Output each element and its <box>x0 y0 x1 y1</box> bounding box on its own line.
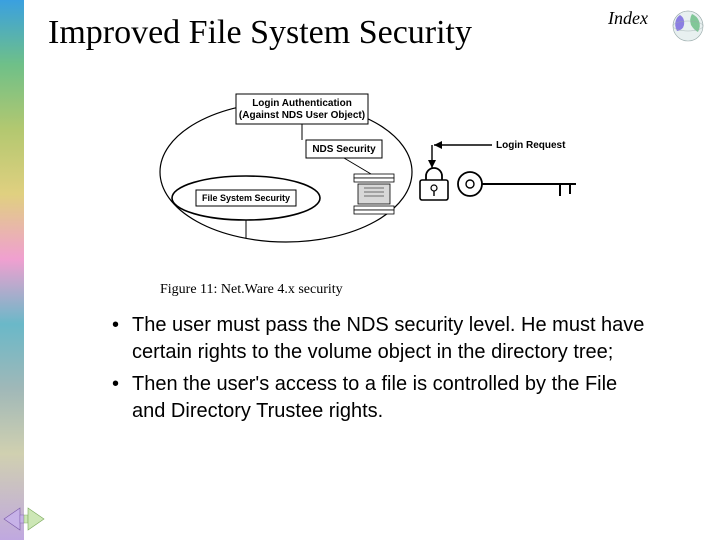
page-title: Improved File System Security <box>48 14 472 52</box>
index-link[interactable]: Index <box>608 8 648 29</box>
security-diagram: Login Authentication (Against NDS User O… <box>156 90 596 260</box>
diagram-label: (Against NDS User Object) <box>239 110 365 121</box>
diagram-label: Login Authentication <box>252 98 352 109</box>
nav-arrows-icon[interactable] <box>2 504 46 534</box>
diagram-label: NDS Security <box>312 144 376 155</box>
diagram-label: Login Request <box>496 140 566 151</box>
left-gradient-bar <box>0 0 24 540</box>
bullet-item: Then the user's access to a file is cont… <box>114 371 654 424</box>
diagram-label: File System Security <box>202 193 290 203</box>
bullet-list: The user must pass the NDS security leve… <box>114 312 654 430</box>
figure-caption: Figure 11: Net.Ware 4.x security <box>160 282 343 298</box>
bullet-item: The user must pass the NDS security leve… <box>114 312 654 365</box>
globe-icon <box>670 8 706 44</box>
